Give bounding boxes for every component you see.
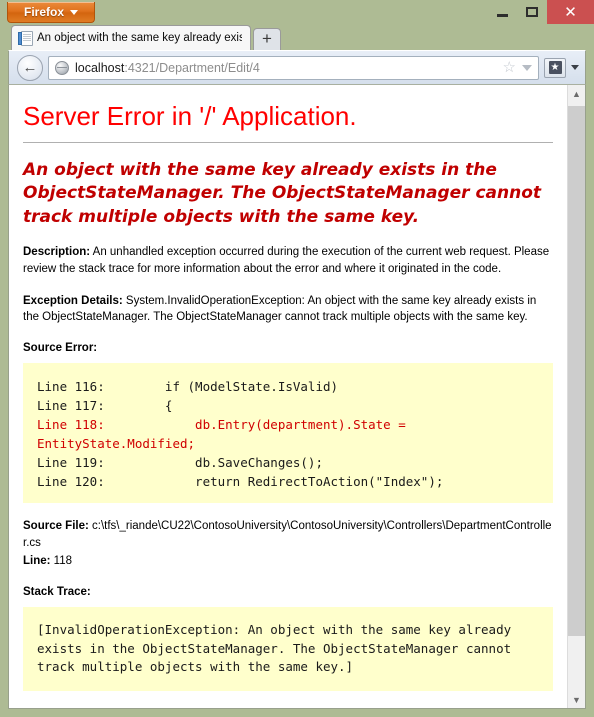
scroll-down-button[interactable]: ▼ bbox=[568, 691, 585, 708]
tab-strip: An object with the same key already exis… bbox=[0, 24, 594, 50]
url-host: localhost bbox=[75, 60, 125, 75]
content-viewport: Server Error in '/' Application. An obje… bbox=[8, 84, 586, 709]
line-label: Line: bbox=[23, 554, 51, 567]
browser-tab[interactable]: An object with the same key already exis… bbox=[11, 25, 251, 50]
maximize-button[interactable] bbox=[517, 0, 547, 24]
back-button[interactable]: ← bbox=[17, 54, 43, 81]
stack-trace-box: [InvalidOperationException: An object wi… bbox=[23, 606, 553, 692]
source-error-heading: Source Error: bbox=[23, 342, 98, 355]
source-file-paragraph: Source File: c:\tfs\_riande\CU22\Contoso… bbox=[23, 518, 553, 570]
source-file-label: Source File: bbox=[23, 520, 89, 533]
bookmark-star-icon[interactable]: ☆ bbox=[503, 60, 516, 75]
description-label: Description: bbox=[23, 246, 91, 259]
code-line: Line 119: db.SaveChanges(); bbox=[37, 455, 323, 471]
page-title: Server Error in '/' Application. bbox=[23, 101, 357, 131]
maximize-icon bbox=[526, 7, 538, 17]
tab-title: An object with the same key already exis… bbox=[37, 32, 242, 44]
vertical-scrollbar[interactable]: ▲ ▼ bbox=[567, 85, 585, 708]
url-path: :4321/Department/Edit/4 bbox=[124, 60, 260, 75]
title-divider bbox=[23, 142, 553, 143]
code-line: Line 117: { bbox=[37, 398, 173, 414]
description-text: An unhandled exception occurred during t… bbox=[23, 246, 550, 276]
firefox-menu-button[interactable]: Firefox bbox=[7, 2, 95, 23]
navigation-toolbar: ← localhost:4321/Department/Edit/4 ☆ ★ bbox=[8, 50, 586, 84]
bookmark-star-filled-icon: ★ bbox=[548, 61, 562, 74]
bookmarks-button[interactable]: ★ bbox=[544, 57, 566, 78]
title-bar: Firefox ✕ bbox=[0, 0, 594, 24]
new-tab-button[interactable]: + bbox=[253, 28, 281, 50]
line-value: 118 bbox=[50, 554, 73, 567]
code-line-highlighted: Line 118: db.Entry(department).State = E… bbox=[37, 417, 414, 452]
stack-trace-text: [InvalidOperationException: An object wi… bbox=[37, 621, 512, 675]
window-controls: ✕ bbox=[487, 0, 594, 24]
error-message: An object with the same key already exis… bbox=[23, 160, 542, 227]
exception-details-paragraph: Exception Details: System.InvalidOperati… bbox=[23, 293, 553, 326]
error-page: Server Error in '/' Application. An obje… bbox=[9, 85, 567, 708]
minimize-button[interactable] bbox=[487, 0, 517, 24]
chevron-down-icon[interactable] bbox=[522, 64, 532, 71]
back-arrow-icon: ← bbox=[22, 59, 38, 76]
source-code-box: Line 116: if (ModelState.IsValid) Line 1… bbox=[23, 363, 553, 504]
close-icon: ✕ bbox=[564, 2, 577, 21]
source-file-value: c:\tfs\_riande\CU22\ContosoUniversity\Co… bbox=[23, 520, 552, 550]
firefox-menu-label: Firefox bbox=[23, 5, 64, 19]
scrollbar-thumb[interactable] bbox=[568, 106, 585, 636]
chevron-down-icon[interactable] bbox=[571, 65, 579, 70]
close-button[interactable]: ✕ bbox=[547, 0, 594, 24]
address-bar[interactable]: localhost:4321/Department/Edit/4 ☆ bbox=[48, 55, 539, 80]
document-icon bbox=[18, 30, 33, 46]
code-line: Line 120: return RedirectToAction("Index… bbox=[37, 474, 444, 490]
stack-trace-heading: Stack Trace: bbox=[23, 585, 91, 598]
globe-icon bbox=[55, 60, 69, 75]
scrollbar-track[interactable] bbox=[568, 102, 585, 691]
chevron-down-icon bbox=[70, 9, 78, 15]
minimize-icon bbox=[496, 13, 508, 17]
url-text: localhost:4321/Department/Edit/4 bbox=[75, 61, 497, 75]
exception-details-label: Exception Details: bbox=[23, 294, 123, 307]
code-line: Line 116: if (ModelState.IsValid) bbox=[37, 379, 339, 395]
scroll-up-button[interactable]: ▲ bbox=[568, 85, 585, 102]
description-paragraph: Description: An unhandled exception occu… bbox=[23, 244, 553, 277]
browser-window: Firefox ✕ An object with the same key al… bbox=[0, 0, 594, 717]
